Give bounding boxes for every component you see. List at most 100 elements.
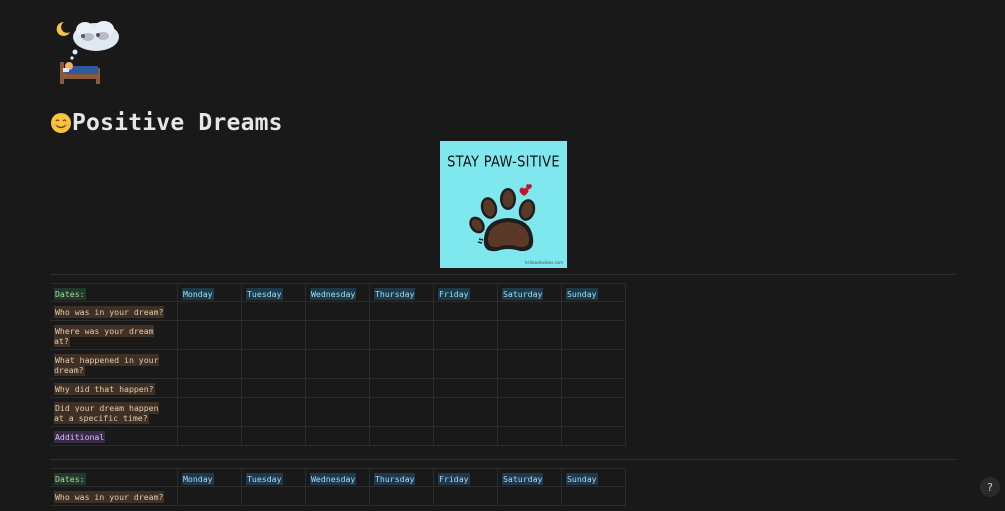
table-cell[interactable] [177, 349, 242, 379]
table-cell[interactable] [177, 301, 242, 321]
dates-label: Dates: [54, 473, 86, 485]
page: Positive Dreams STAY PAW-SITIVE helloweb… [0, 0, 1005, 511]
table-cell[interactable] [369, 486, 434, 506]
table-cell[interactable] [561, 486, 626, 506]
question-who: Who was in your dream? [54, 491, 165, 503]
table-cell[interactable] [433, 486, 498, 506]
table-cell[interactable] [561, 320, 626, 350]
table-cell[interactable]: Friday [433, 283, 498, 302]
table-cell[interactable] [241, 349, 306, 379]
table-cell[interactable] [561, 301, 626, 321]
table-row: Who was in your dream? [50, 486, 626, 506]
table-cell[interactable] [305, 349, 370, 379]
day-wednesday: Wednesday [310, 288, 357, 300]
table-cell[interactable] [497, 397, 562, 427]
table-cell[interactable] [433, 301, 498, 321]
table-cell[interactable] [369, 349, 434, 379]
table-cell[interactable]: Sunday [561, 468, 626, 487]
table-cell[interactable] [177, 320, 242, 350]
table-cell[interactable] [305, 486, 370, 506]
help-button[interactable]: ? [980, 477, 1000, 497]
table-cell[interactable]: Tuesday [241, 283, 306, 302]
table-cell[interactable] [241, 378, 306, 398]
day-wednesday: Wednesday [310, 473, 357, 485]
table-row: Additional [50, 426, 626, 446]
table-cell[interactable]: What happened in your dream? [50, 349, 178, 379]
table-cell[interactable] [369, 320, 434, 350]
table-row: Why did that happen? [50, 378, 626, 398]
table-cell[interactable] [433, 349, 498, 379]
table-cell[interactable]: Why did that happen? [50, 378, 178, 398]
table-cell[interactable] [369, 397, 434, 427]
page-title[interactable]: Positive Dreams [50, 106, 283, 140]
table-cell[interactable]: Dates: [50, 283, 178, 302]
table-cell[interactable]: Did your dream happen at a specific time… [50, 397, 178, 427]
table-cell[interactable] [177, 378, 242, 398]
table-cell[interactable] [497, 349, 562, 379]
table-cell[interactable]: Saturday [497, 283, 562, 302]
table-cell[interactable] [241, 426, 306, 446]
dream-table-week-2[interactable]: Dates: Monday Tuesday Wednesday Thursday… [50, 468, 626, 506]
table-header-row: Dates: Monday Tuesday Wednesday Thursday… [50, 468, 626, 487]
cover-headline: STAY PAW-SITIVE [447, 153, 560, 172]
day-sunday: Sunday [566, 288, 598, 300]
table-cell[interactable] [305, 320, 370, 350]
table-cell[interactable]: Who was in your dream? [50, 301, 178, 321]
table-cell[interactable] [561, 426, 626, 446]
table-cell[interactable] [177, 426, 242, 446]
table-cell[interactable]: Where was your dream at? [50, 320, 178, 350]
page-icon[interactable] [55, 18, 123, 84]
day-friday: Friday [438, 288, 470, 300]
table-cell[interactable] [561, 397, 626, 427]
table-cell[interactable] [497, 301, 562, 321]
table-cell[interactable] [177, 486, 242, 506]
table-cell[interactable] [561, 349, 626, 379]
table-cell[interactable]: Thursday [369, 468, 434, 487]
table-cell[interactable] [497, 426, 562, 446]
table-cell[interactable]: Wednesday [305, 468, 370, 487]
table-cell[interactable]: Wednesday [305, 283, 370, 302]
table-cell[interactable] [497, 378, 562, 398]
question-where: Where was your dream at? [54, 325, 154, 347]
table-cell[interactable] [433, 426, 498, 446]
table-cell[interactable] [305, 426, 370, 446]
table-cell[interactable] [305, 378, 370, 398]
table-cell[interactable] [433, 378, 498, 398]
question-what: What happened in your dream? [54, 354, 159, 376]
table-cell[interactable]: Dates: [50, 468, 178, 487]
table-cell[interactable] [433, 397, 498, 427]
table-cell[interactable] [369, 378, 434, 398]
question-who: Who was in your dream? [54, 306, 165, 318]
table-cell[interactable]: Monday [177, 468, 242, 487]
table-cell[interactable]: Thursday [369, 283, 434, 302]
table-cell[interactable]: Tuesday [241, 468, 306, 487]
table-cell[interactable] [497, 320, 562, 350]
additional-label: Additional [54, 431, 106, 443]
table-cell[interactable] [241, 301, 306, 321]
table-cell[interactable] [305, 397, 370, 427]
table-cell[interactable]: Monday [177, 283, 242, 302]
day-saturday: Saturday [502, 288, 544, 300]
day-sunday: Sunday [566, 473, 598, 485]
table-cell[interactable]: Friday [433, 468, 498, 487]
table-row: Did your dream happen at a specific time… [50, 397, 626, 427]
dream-table-week-1[interactable]: Dates: Monday Tuesday Wednesday Thursday… [50, 283, 626, 446]
table-cell[interactable]: Additional [50, 426, 178, 446]
table-cell[interactable] [241, 397, 306, 427]
table-cell[interactable] [369, 426, 434, 446]
table-cell[interactable] [241, 486, 306, 506]
cover-image[interactable]: STAY PAW-SITIVE hellowebvibes.com [440, 141, 567, 268]
day-thursday: Thursday [374, 473, 416, 485]
table-cell[interactable]: Who was in your dream? [50, 486, 178, 506]
table-cell[interactable] [305, 301, 370, 321]
table-cell[interactable]: Saturday [497, 468, 562, 487]
table-cell[interactable] [369, 301, 434, 321]
table-cell[interactable] [177, 397, 242, 427]
day-monday: Monday [182, 473, 214, 485]
page-title-text: Positive Dreams [72, 110, 283, 136]
table-cell[interactable] [497, 486, 562, 506]
table-cell[interactable] [433, 320, 498, 350]
table-cell[interactable]: Sunday [561, 283, 626, 302]
table-cell[interactable] [241, 320, 306, 350]
table-cell[interactable] [561, 378, 626, 398]
